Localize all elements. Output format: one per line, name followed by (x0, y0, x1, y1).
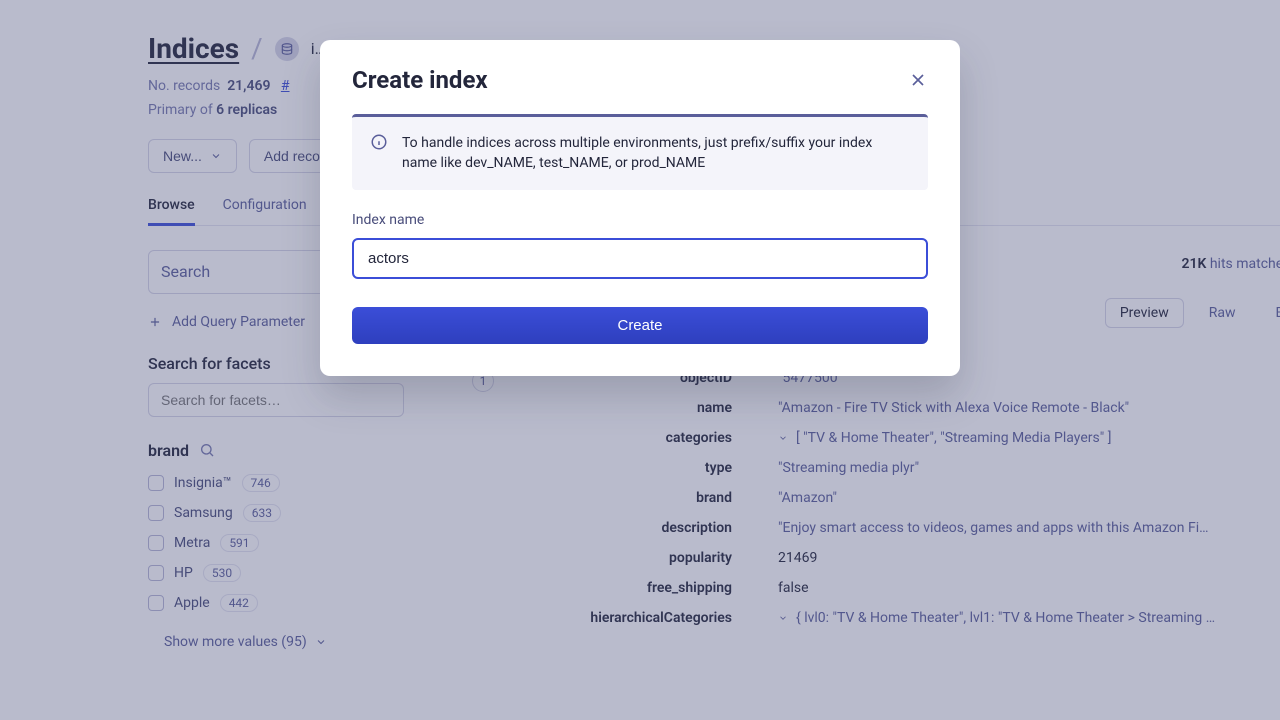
create-index-modal: Create index To handle indices across mu… (320, 40, 960, 376)
modal-overlay[interactable]: Create index To handle indices across mu… (0, 0, 1280, 720)
modal-title: Create index (352, 66, 488, 94)
info-banner: To handle indices across multiple enviro… (352, 114, 928, 190)
create-button[interactable]: Create (352, 307, 928, 344)
close-icon (908, 70, 928, 90)
info-icon (370, 133, 388, 151)
index-name-label: Index name (352, 212, 928, 228)
index-name-input[interactable] (352, 238, 928, 279)
close-button[interactable] (908, 70, 928, 90)
